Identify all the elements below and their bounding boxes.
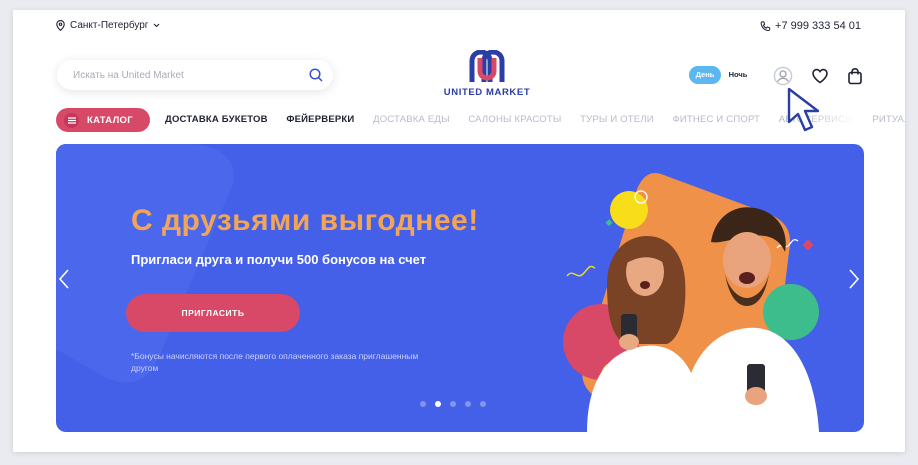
search-bar (57, 60, 333, 90)
theme-toggle[interactable]: День Ночь (689, 66, 757, 84)
search-input[interactable] (57, 60, 303, 90)
theme-night-option[interactable]: Ночь (725, 66, 751, 84)
phone-icon (760, 20, 771, 31)
nav-link-food-delivery[interactable]: ДОСТАВКА ЕДЫ (373, 114, 450, 125)
city-selector[interactable]: Санкт-Петербург (56, 20, 160, 31)
search-icon[interactable] (307, 66, 325, 84)
slider-dot[interactable] (465, 401, 471, 407)
promo-banner: С друзьями выгоднее! Пригласи друга и по… (56, 144, 864, 432)
site-logo[interactable]: UNITED MARKET (437, 50, 537, 106)
slider-dot-active[interactable] (435, 401, 441, 407)
chevron-left-icon[interactable] (56, 264, 74, 294)
location-pin-icon (56, 20, 65, 31)
logo-text: UNITED MARKET (443, 87, 531, 98)
slider-pagination (420, 401, 486, 407)
slider-dot[interactable] (480, 401, 486, 407)
catalog-button[interactable]: КАТАЛОГ (56, 108, 150, 132)
nav-link-fireworks[interactable]: ФЕЙЕРВЕРКИ (286, 114, 354, 125)
invite-button[interactable]: ПРИГЛАСИТЬ (126, 294, 300, 332)
nav-link-bouquets[interactable]: ДОСТАВКА БУКЕТОВ (165, 114, 268, 125)
menu-icon (64, 112, 79, 128)
user-icon[interactable] (773, 66, 793, 86)
catalog-label: КАТАЛОГ (87, 114, 133, 126)
banner-headline: С друзьями выгоднее! (131, 204, 479, 237)
nav-link-ritual[interactable]: РИТУАЛЬНЫЕ (872, 114, 905, 125)
shopping-bag-icon[interactable] (845, 66, 865, 86)
slider-dot[interactable] (420, 401, 426, 407)
slider-dot[interactable] (450, 401, 456, 407)
logo-mark-icon (469, 50, 505, 82)
category-nav: ДОСТАВКА БУКЕТОВ ФЕЙЕРВЕРКИ ДОСТАВКА ЕДЫ… (165, 114, 905, 125)
heart-icon[interactable] (810, 66, 830, 86)
nav-fade-overlay (808, 108, 864, 132)
top-bar: Санкт-Петербург +7 999 333 54 01 (13, 10, 905, 44)
banner-footnote: *Бонусы начисляются после первого оплаче… (131, 351, 419, 373)
nav-link-fitness[interactable]: ФИТНЕС И СПОРТ (672, 114, 760, 125)
nav-link-tours-hotels[interactable]: ТУРЫ И ОТЕЛИ (580, 114, 654, 125)
chevron-right-icon[interactable] (844, 264, 862, 294)
phone-number: +7 999 333 54 01 (775, 20, 861, 32)
chevron-down-icon (154, 23, 160, 28)
phone-link[interactable]: +7 999 333 54 01 (760, 20, 861, 32)
nav-link-beauty-salons[interactable]: САЛОНЫ КРАСОТЫ (468, 114, 561, 125)
banner-subtitle: Пригласи друга и получи 500 бонусов на с… (131, 252, 427, 267)
friends-illustration (563, 172, 819, 432)
city-label: Санкт-Петербург (70, 20, 149, 31)
browser-page: Санкт-Петербург +7 999 333 54 01 UNITED … (13, 10, 905, 452)
theme-day-option[interactable]: День (689, 66, 721, 84)
